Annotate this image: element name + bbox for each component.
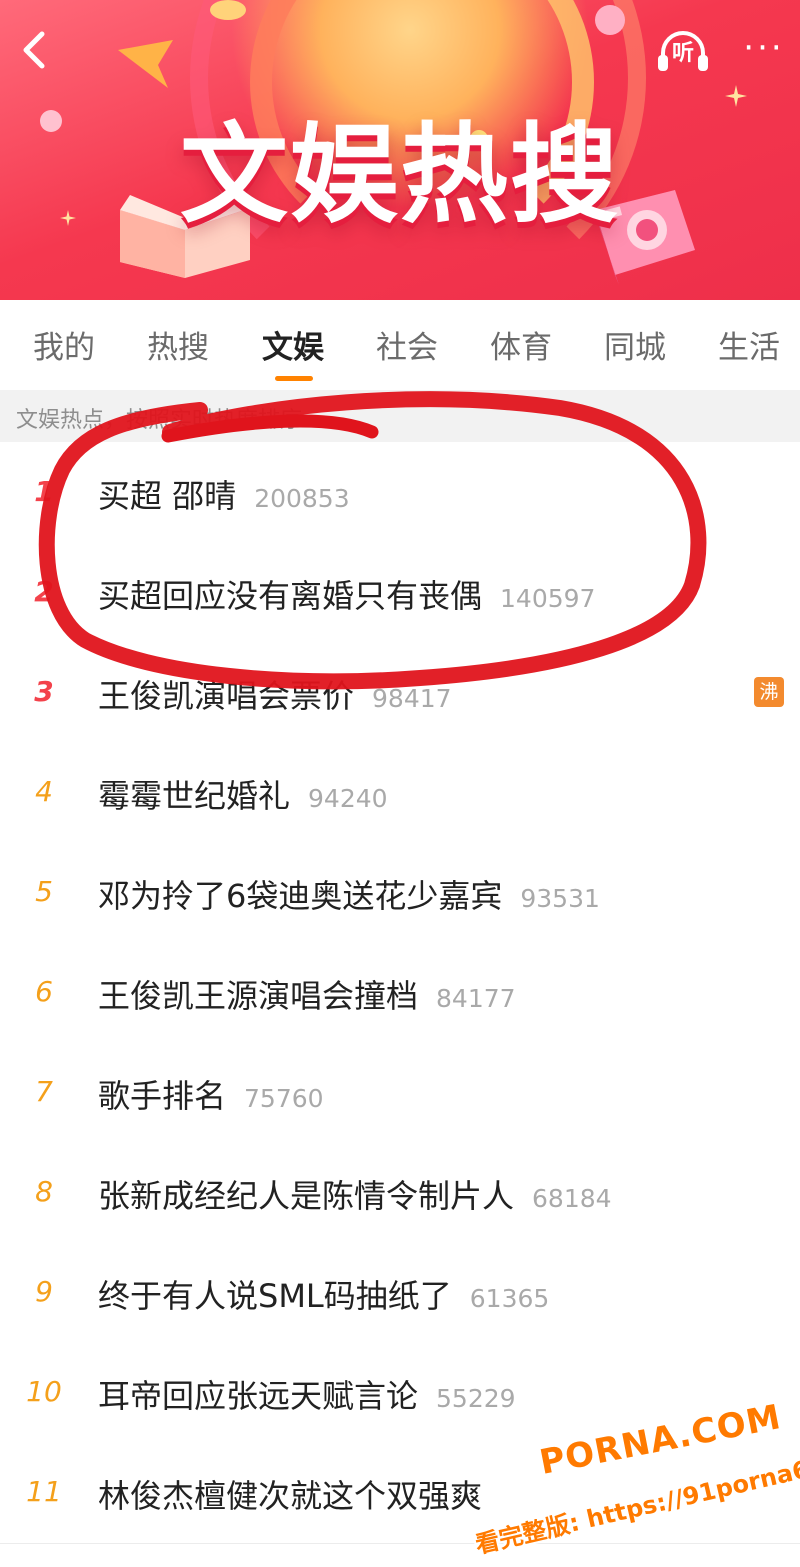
heat-count: 94240	[308, 784, 388, 813]
sort-hint-text: 文娱热点，按照实时热度排序	[16, 408, 303, 433]
heat-count: 93531	[520, 884, 600, 913]
rank-number: 11	[26, 1475, 62, 1508]
topic-text: 霉霉世纪婚礼	[98, 777, 291, 815]
list-item[interactable]: 2 买超回应没有离婚只有丧偶 140597	[0, 543, 800, 644]
listen-label: 听	[671, 41, 694, 66]
topic-title[interactable]: 王俊凯王源演唱会撞档 84177	[98, 971, 516, 1017]
rank-number: 5	[35, 875, 53, 908]
topic-title[interactable]: 耳帝回应张远天赋言论 55229	[98, 1371, 516, 1417]
active-tab-indicator	[275, 376, 313, 381]
banner-bubble	[210, 0, 246, 20]
topic-text: 终于有人说SML码抽纸了	[98, 1277, 452, 1315]
banner-bubble	[595, 5, 625, 35]
topic-title[interactable]: 张新成经纪人是陈情令制片人 68184	[98, 1171, 612, 1217]
rank-number: 2	[34, 575, 54, 608]
heat-count: 98417	[372, 684, 452, 713]
list-item[interactable]: 9 终于有人说SML码抽纸了 61365	[0, 1243, 800, 1344]
more-options-button[interactable]: ···	[736, 30, 792, 66]
topic-text: 耳帝回应张远天赋言论	[98, 1377, 419, 1415]
topic-title[interactable]: 林俊杰檀健次就这个双强爽	[98, 1471, 500, 1517]
heat-count: 200853	[254, 484, 350, 513]
topic-text: 王俊凯王源演唱会撞档	[98, 977, 419, 1015]
heat-count: 140597	[500, 584, 596, 613]
topic-text: 王俊凯演唱会票价	[98, 677, 355, 715]
rank-number: 8	[35, 1175, 53, 1208]
rank-number: 6	[35, 975, 53, 1008]
topic-text: 林俊杰檀健次就这个双强爽	[98, 1477, 483, 1515]
tab-local[interactable]: 同城	[585, 322, 685, 367]
rank-number: 10	[26, 1375, 62, 1408]
topic-title[interactable]: 邓为拎了6袋迪奥送花少嘉宾 93531	[98, 871, 600, 917]
rank-number: 3	[34, 675, 54, 708]
tab-life[interactable]: 生活	[699, 322, 799, 367]
rank-number: 9	[35, 1275, 53, 1308]
heat-count: 75760	[244, 1084, 324, 1113]
list-item[interactable]: 5 邓为拎了6袋迪奥送花少嘉宾 93531	[0, 843, 800, 944]
pennant-illustration	[118, 40, 173, 88]
list-item[interactable]: 4 霉霉世纪婚礼 94240	[0, 743, 800, 844]
topic-title[interactable]: 霉霉世纪婚礼 94240	[98, 771, 388, 817]
tab-sports[interactable]: 体育	[471, 322, 571, 367]
header-banner: 文娱热搜 听 ···	[0, 0, 800, 300]
sort-hint-bar: 文娱热点，按照实时热度排序	[0, 390, 800, 442]
banner-title: 文娱热搜	[179, 113, 620, 238]
list-item[interactable]: 8 张新成经纪人是陈情令制片人 68184	[0, 1143, 800, 1244]
tab-hot-search[interactable]: 热搜	[128, 322, 228, 367]
heat-count: 84177	[436, 984, 516, 1013]
tab-entertainment[interactable]: 文娱	[243, 322, 343, 367]
rank-number: 7	[35, 1075, 53, 1108]
topic-text: 买超 邵晴	[98, 477, 237, 515]
topic-text: 歌手排名	[98, 1077, 227, 1115]
category-tabs: 我的 热搜 文娱 社会 体育 同城 生活	[0, 300, 800, 388]
topic-text: 买超回应没有离婚只有丧偶	[98, 577, 483, 615]
rank-number: 4	[35, 775, 53, 808]
list-item[interactable]: 3 王俊凯演唱会票价 98417 沸	[0, 643, 800, 744]
list-item[interactable]: 6 王俊凯王源演唱会撞档 84177	[0, 943, 800, 1044]
heat-count: 68184	[532, 1184, 612, 1213]
list-item[interactable]: 7 歌手排名 75760	[0, 1043, 800, 1144]
tab-society[interactable]: 社会	[357, 322, 457, 367]
tab-mine[interactable]: 我的	[14, 322, 114, 367]
topic-title[interactable]: 终于有人说SML码抽纸了 61365	[98, 1271, 549, 1317]
topic-text: 邓为拎了6袋迪奥送花少嘉宾	[98, 877, 503, 915]
topic-title[interactable]: 王俊凯演唱会票价 98417	[98, 671, 452, 717]
topic-title[interactable]: 歌手排名 75760	[98, 1071, 324, 1117]
chevron-left-icon	[23, 31, 45, 69]
topic-title[interactable]: 买超 邵晴 200853	[98, 471, 350, 517]
back-button[interactable]	[10, 24, 62, 76]
heat-count: 61365	[469, 1284, 550, 1313]
heat-count: 55229	[436, 1384, 516, 1413]
listen-button[interactable]: 听	[655, 25, 711, 75]
boiling-badge: 沸	[754, 677, 784, 707]
topic-title[interactable]: 买超回应没有离婚只有丧偶 140597	[98, 571, 595, 617]
topic-text: 张新成经纪人是陈情令制片人	[98, 1177, 515, 1215]
list-item[interactable]: 1 买超 邵晴 200853	[0, 443, 800, 544]
rank-number: 1	[34, 475, 54, 508]
